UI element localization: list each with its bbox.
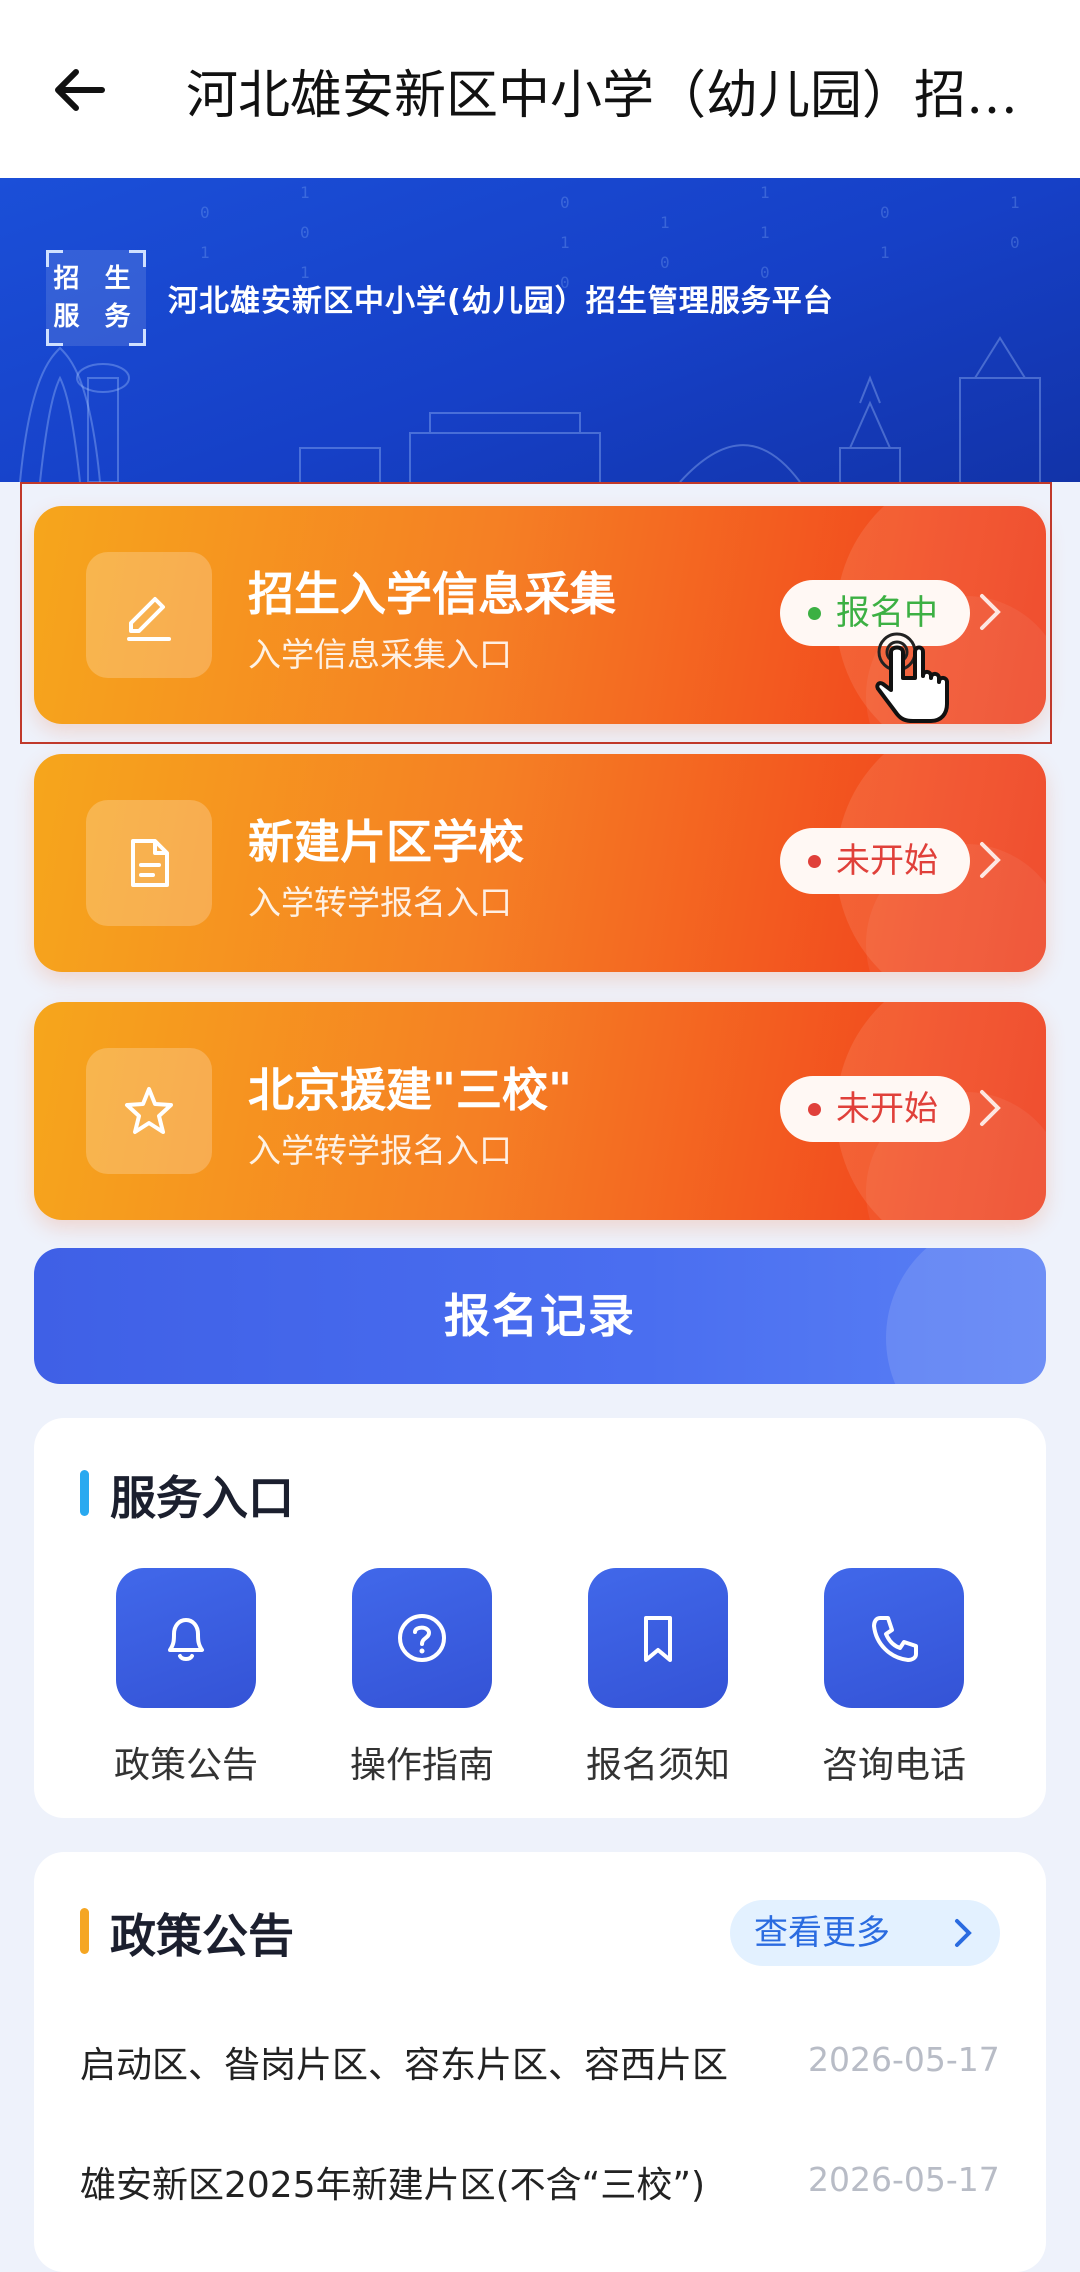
svg-text:1: 1 [200, 243, 210, 262]
service-hotline[interactable]: 咨询电话 [822, 1568, 966, 1786]
service-label: 政策公告 [113, 1745, 258, 1786]
svg-text:0: 0 [200, 203, 210, 222]
document-icon [86, 800, 212, 926]
top-bar: 河北雄安新区中小学（幼儿园）招生管理服务平台 [0, 0, 1080, 178]
section-accent-bar [80, 1908, 89, 1954]
svg-text:0: 0 [660, 253, 670, 272]
registration-record-label: 报名记录 [444, 1289, 636, 1343]
question-icon[interactable] [352, 1568, 492, 1708]
registration-record-button[interactable]: 报名记录 [34, 1248, 1046, 1384]
view-more-button[interactable]: 查看更多 [730, 1900, 1000, 1966]
hand-pointer-icon [875, 632, 949, 723]
star-icon [86, 1048, 212, 1174]
status-badge: 未开始 [780, 828, 970, 894]
card-subtitle: 入学转学报名入口 [248, 883, 512, 922]
city-skyline-illustration: 101 010 110 01 10 01 10 [19, 183, 1041, 482]
chevron-right-icon [980, 1090, 1001, 1126]
svg-text:0: 0 [300, 223, 310, 242]
badge-line-1: 招 生 [53, 264, 139, 294]
chevron-right-icon [955, 1919, 972, 1947]
svg-text:1: 1 [560, 233, 570, 252]
back-arrow-icon[interactable] [50, 60, 110, 120]
service-label: 报名须知 [585, 1745, 730, 1786]
status-badge: 未开始 [780, 1076, 970, 1142]
news-item-date: 2026-05-17 [808, 2160, 1000, 2199]
svg-text:1: 1 [880, 243, 890, 262]
enrollment-badge-logo: 招 生 服 务 [46, 250, 146, 346]
banner-title: 河北雄安新区中小学(幼儿园）招生管理服务平台 [168, 284, 834, 319]
card-subtitle: 入学转学报名入口 [248, 1131, 512, 1170]
card-new-district-schools[interactable]: 新建片区学校 入学转学报名入口 未开始 [34, 754, 1046, 972]
badge-line-2: 服 务 [53, 302, 139, 332]
svg-text:1: 1 [760, 183, 770, 202]
svg-text:0: 0 [880, 203, 890, 222]
svg-text:1: 1 [660, 213, 670, 232]
bell-icon[interactable] [116, 1568, 256, 1708]
service-entry-panel: 服务入口 政策公告 操作指南 报名须知 咨询电话 [34, 1418, 1046, 1818]
svg-text:0: 0 [560, 193, 570, 212]
card-beijing-aided-schools[interactable]: 北京援建"三校" 入学转学报名入口 未开始 [34, 1002, 1046, 1220]
svg-text:1: 1 [760, 223, 770, 242]
news-item-title[interactable]: 启动区、昝岗片区、容东片区、容西片区 [80, 2036, 780, 2088]
card-title: 新建片区学校 [248, 815, 524, 869]
service-operation-guide[interactable]: 操作指南 [350, 1568, 494, 1786]
service-registration-notice[interactable]: 报名须知 [586, 1568, 730, 1786]
service-policy-notice[interactable]: 政策公告 [114, 1568, 258, 1786]
news-item-title[interactable]: 雄安新区2025年新建片区(不含“三校”) [80, 2156, 780, 2208]
service-label: 咨询电话 [821, 1745, 966, 1786]
page-title: 河北雄安新区中小学（幼儿园）招生管理服务平台 [186, 66, 1026, 126]
phone-icon[interactable] [824, 1568, 964, 1708]
svg-text:1: 1 [300, 183, 310, 202]
bookmark-icon[interactable] [588, 1568, 728, 1708]
status-text: 未开始 [836, 1089, 938, 1129]
chevron-right-icon [980, 842, 1001, 878]
section-accent-bar [80, 1470, 89, 1516]
status-text: 未开始 [836, 841, 938, 881]
section-title: 政策公告 [110, 1909, 294, 1963]
service-label: 操作指南 [349, 1745, 494, 1786]
section-title: 服务入口 [110, 1471, 294, 1525]
card-title: 北京援建"三校" [248, 1063, 572, 1117]
svg-text:1: 1 [1010, 193, 1020, 212]
news-item-date: 2026-05-17 [808, 2040, 1000, 2079]
svg-text:0: 0 [1010, 233, 1020, 252]
header-banner: 101 010 110 01 10 01 10 招 生 服 务 河北雄安新区中小… [0, 178, 1080, 482]
view-more-label: 查看更多 [754, 1913, 890, 1953]
